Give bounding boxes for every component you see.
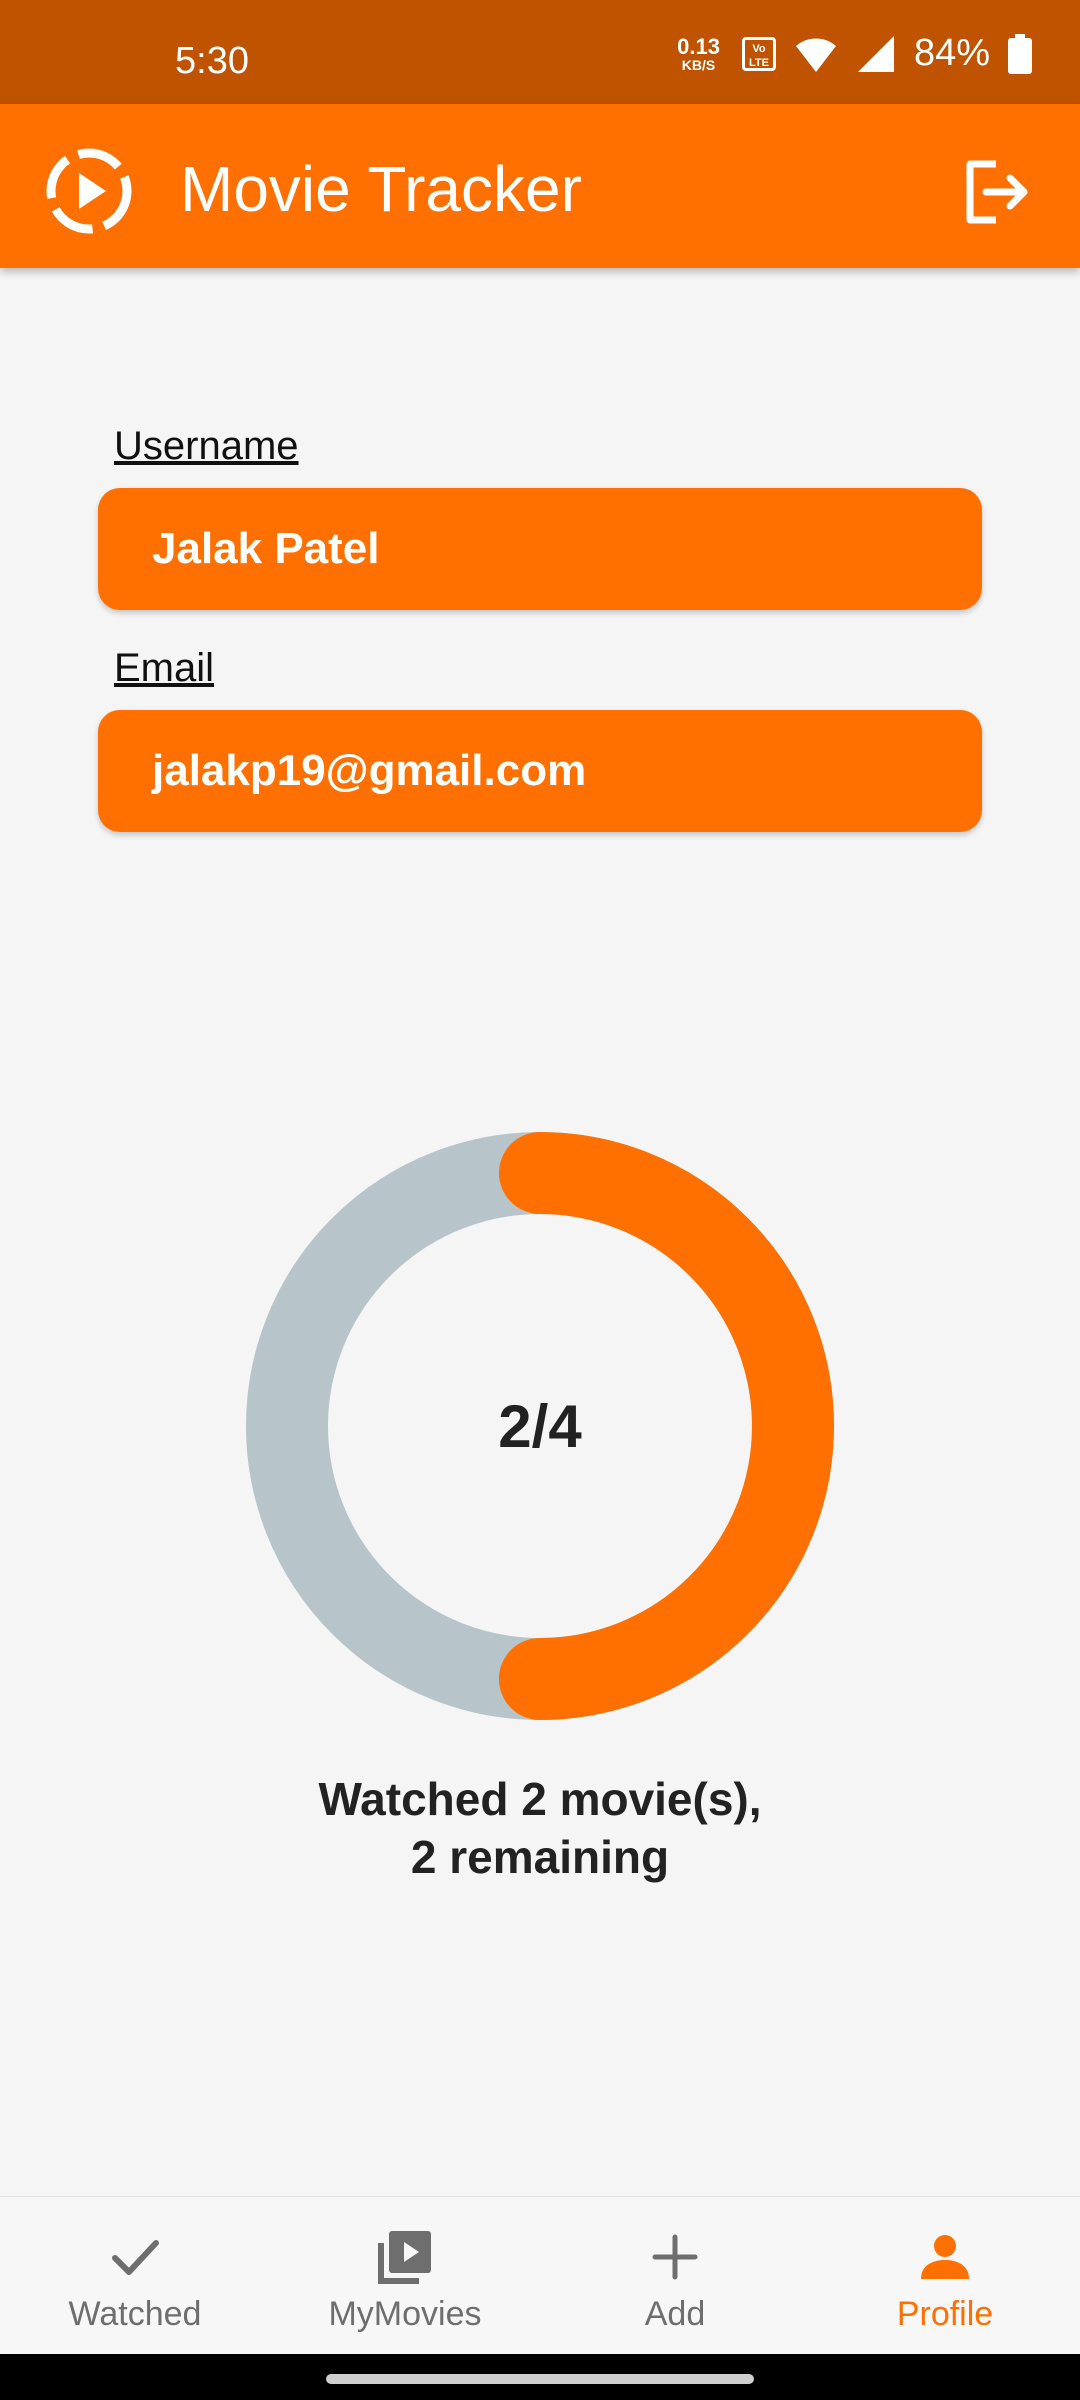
bottom-navigation: Watched MyMovies Add Profile: [0, 2196, 1080, 2355]
signal-icon: [857, 35, 894, 72]
nav-label-profile: Profile: [896, 2295, 994, 2333]
username-value: Jalak Patel: [152, 524, 380, 573]
username-label: Username: [114, 424, 299, 468]
person-icon: [921, 2235, 969, 2279]
progress-donut: 2/4: [246, 1132, 834, 1720]
home-gesture-handle[interactable]: [326, 2374, 754, 2384]
nav-item-mymovies[interactable]: MyMovies: [270, 2197, 540, 2355]
username-field[interactable]: Jalak Patel: [98, 488, 982, 610]
status-time: 5:30: [175, 40, 249, 82]
gesture-navigation-bar: [0, 2354, 1080, 2400]
email-value: jalakp19@gmail.com: [152, 746, 587, 795]
network-speed-value: 0.13: [677, 33, 720, 59]
progress-summary: Watched 2 movie(s), 2 remaining: [0, 1770, 1080, 1886]
nav-label-mymovies: MyMovies: [328, 2295, 482, 2333]
app-bar: Movie Tracker: [0, 104, 1080, 268]
nav-item-add[interactable]: Add: [540, 2197, 810, 2355]
play-circle-dashed-icon: [46, 148, 132, 234]
progress-count: 2/4: [498, 1392, 582, 1460]
battery-icon: [1008, 33, 1032, 74]
nav-item-profile[interactable]: Profile: [810, 2197, 1080, 2355]
battery-percentage: 84%: [913, 32, 990, 74]
email-label: Email: [114, 646, 215, 690]
nav-label-watched: Watched: [68, 2295, 202, 2333]
video-library-icon: [378, 2231, 431, 2284]
network-speed: 0.13 KB/S: [677, 33, 720, 73]
volte-icon: Vo LTE: [741, 36, 776, 71]
check-icon: [112, 2240, 159, 2275]
nav-label-add: Add: [644, 2295, 706, 2333]
status-bar: 5:30 0.13 KB/S Vo LTE 84%: [0, 0, 1080, 104]
logout-icon[interactable]: [960, 156, 1032, 228]
wifi-icon: [795, 38, 836, 72]
plus-icon: [652, 2234, 698, 2280]
summary-line-watched: Watched 2 movie(s),: [318, 1773, 762, 1825]
status-icons: 0.13 KB/S Vo LTE 84%: [677, 32, 1032, 75]
summary-line-remaining: 2 remaining: [410, 1831, 670, 1883]
network-speed-unit: KB/S: [681, 56, 716, 73]
nav-item-watched[interactable]: Watched: [0, 2197, 270, 2355]
app-title: Movie Tracker: [180, 153, 582, 225]
email-field[interactable]: jalakp19@gmail.com: [98, 710, 982, 832]
